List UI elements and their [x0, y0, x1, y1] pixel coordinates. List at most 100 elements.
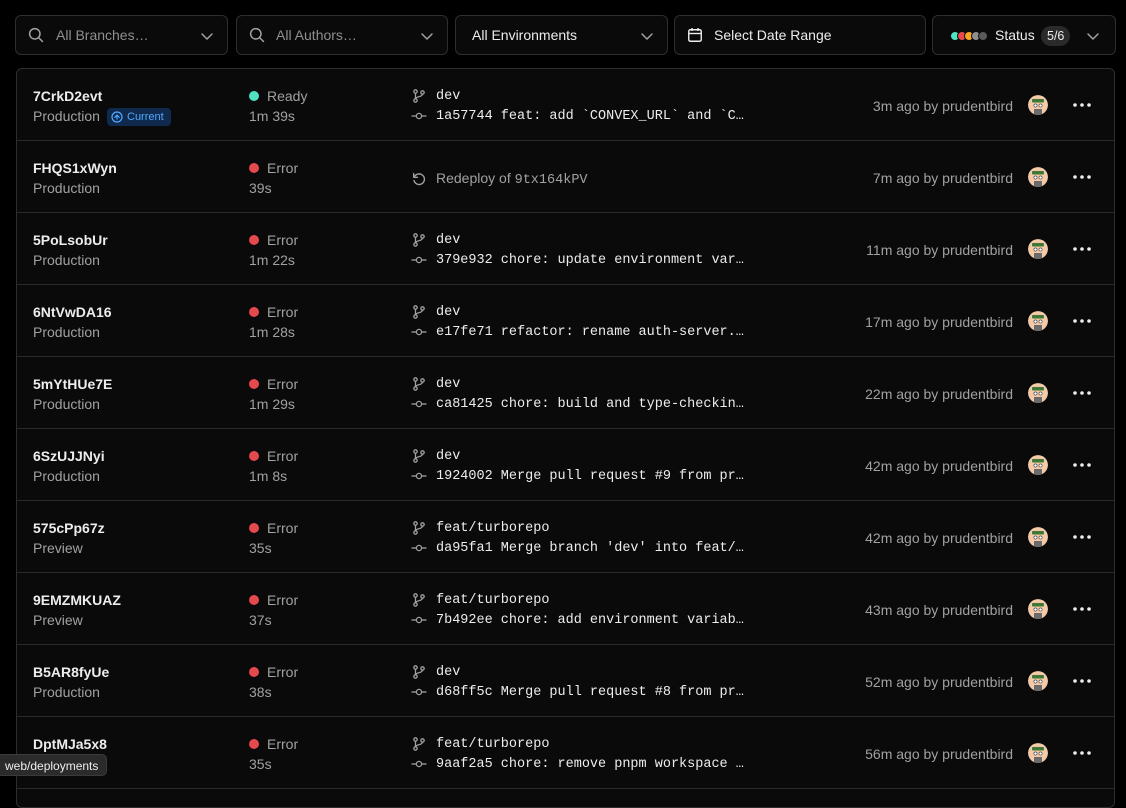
build-duration: 1m 22s — [249, 252, 295, 268]
build-duration: 1m 28s — [249, 324, 295, 340]
created-time-author: 56m ago by prudentbird — [865, 746, 1013, 762]
branch-name[interactable]: dev — [436, 233, 460, 248]
status-filter[interactable]: Status 5/6 — [932, 15, 1116, 55]
deployment-environment: Preview — [33, 540, 83, 556]
git-branch-icon — [411, 88, 427, 104]
deployment-environment: Production — [33, 324, 100, 340]
branches-filter[interactable]: All Branches… — [15, 15, 228, 55]
status-label: Error — [267, 232, 299, 248]
deployment-environment: Preview — [33, 612, 83, 628]
more-actions-button[interactable] — [1072, 600, 1092, 618]
deployment-row[interactable]: 5PoLsobUr Production Error 1m 22s dev 37… — [17, 213, 1114, 285]
deployment-id[interactable]: B5AR8fyUe — [33, 664, 109, 680]
avatar[interactable] — [1028, 95, 1048, 115]
deployment-row[interactable]: 9EMZMKUAZ Preview Error 37s feat/turbore… — [17, 573, 1114, 645]
commit: e17fe71 refactor: rename auth-server.ts … — [411, 324, 748, 340]
more-actions-button[interactable] — [1072, 240, 1092, 258]
commit-message[interactable]: 1a57744 feat: add `CONVEX_URL` and `CONV… — [436, 109, 748, 124]
avatar[interactable] — [1028, 527, 1048, 547]
more-actions-button[interactable] — [1072, 528, 1092, 546]
branch-name[interactable]: feat/turborepo — [436, 521, 549, 536]
created-time-author: 42m ago by prudentbird — [865, 530, 1013, 546]
commit: 379e932 chore: update environment variab… — [411, 252, 748, 268]
deployment-row[interactable]: 7CrkD2evt Production Current Ready 1m 39… — [17, 69, 1114, 141]
deployment-row[interactable]: 5mYtHUe7E Production Error 1m 29s dev ca… — [17, 357, 1114, 429]
build-duration: 35s — [249, 756, 272, 772]
branch-name[interactable]: dev — [436, 449, 460, 464]
arrow-up-circle-icon — [111, 111, 123, 123]
commit-message[interactable]: d68ff5c Merge pull request #8 from prude… — [436, 685, 748, 700]
date-range-label: Select Date Range — [714, 27, 832, 43]
branch-name[interactable]: feat/turborepo — [436, 737, 549, 752]
deployment-id[interactable]: 6NtVwDA16 — [33, 304, 112, 320]
deployment-id[interactable]: 5PoLsobUr — [33, 232, 108, 248]
deployment-status: Error — [249, 304, 298, 320]
commit-message[interactable]: 9aaf2a5 chore: remove pnpm workspace con… — [436, 757, 748, 772]
branch-name[interactable]: dev — [436, 377, 460, 392]
deployment-id[interactable]: FHQS1xWyn — [33, 160, 117, 176]
deployment-id[interactable]: DptMJa5x8 — [33, 736, 107, 752]
git-branch-icon — [411, 592, 427, 608]
branch-name[interactable]: dev — [436, 89, 460, 104]
deployment-status: Error — [249, 232, 298, 248]
branch-name[interactable]: feat/turborepo — [436, 593, 549, 608]
git-commit-icon — [411, 756, 427, 772]
ellipsis-icon — [1072, 462, 1092, 468]
deployment-row[interactable]: 575cPp67z Preview Error 35s feat/turbore… — [17, 501, 1114, 573]
created-time-author: 17m ago by prudentbird — [865, 314, 1013, 330]
deployment-row[interactable]: DptMJa5x8 Error 35s feat/turborepo 9aaf2… — [17, 717, 1114, 789]
avatar[interactable] — [1028, 311, 1048, 331]
commit-message[interactable]: da95fa1 Merge branch 'dev' into feat/tur… — [436, 541, 748, 556]
commit-message[interactable]: 379e932 chore: update environment variab… — [436, 253, 748, 268]
deployment-row[interactable]: 6SzUJJNyi Production Error 1m 8s dev 192… — [17, 429, 1114, 501]
authors-filter[interactable]: All Authors… — [236, 15, 448, 55]
deployment-id[interactable]: 6SzUJJNyi — [33, 448, 105, 464]
status-label: Ready — [267, 88, 308, 104]
commit-message[interactable]: 7b492ee chore: add environment variables… — [436, 613, 748, 628]
build-duration: 1m 8s — [249, 468, 288, 484]
ellipsis-icon — [1072, 174, 1092, 180]
status-label: Error — [267, 592, 299, 608]
git-commit-icon — [411, 324, 427, 340]
date-range-button[interactable]: Select Date Range — [674, 15, 926, 55]
deployment-row[interactable]: FHQS1xWyn Production Error 39s Redeploy … — [17, 141, 1114, 213]
avatar[interactable] — [1028, 671, 1048, 691]
more-actions-button[interactable] — [1072, 168, 1092, 186]
deployment-id[interactable]: 7CrkD2evt — [33, 88, 102, 104]
commit-message[interactable]: ca81425 chore: build and type-checking s… — [436, 397, 748, 412]
deployment-environment: Production — [33, 396, 100, 412]
commit-message[interactable]: 1924002 Merge pull request #9 from prude… — [436, 469, 748, 484]
branch-name[interactable]: dev — [436, 305, 460, 320]
git-commit-icon — [411, 612, 427, 628]
deployment-id[interactable]: 575cPp67z — [33, 520, 105, 536]
deployment-row[interactable]: 6NtVwDA16 Production Error 1m 28s dev e1… — [17, 285, 1114, 357]
avatar[interactable] — [1028, 455, 1048, 475]
branch: dev — [411, 448, 460, 464]
avatar[interactable] — [1028, 743, 1048, 763]
branch-name[interactable]: dev — [436, 665, 460, 680]
status-label: Error — [267, 736, 299, 752]
more-actions-button[interactable] — [1072, 456, 1092, 474]
more-actions-button[interactable] — [1072, 384, 1092, 402]
avatar[interactable] — [1028, 239, 1048, 259]
branch: feat/turborepo — [411, 592, 549, 608]
avatar[interactable] — [1028, 383, 1048, 403]
deployment-status: Error — [249, 448, 298, 464]
more-actions-button[interactable] — [1072, 96, 1092, 114]
deployment-id[interactable]: 5mYtHUe7E — [33, 376, 112, 392]
avatar[interactable] — [1028, 599, 1048, 619]
environment-select[interactable]: All Environments — [455, 15, 668, 55]
deployment-id[interactable]: 9EMZMKUAZ — [33, 592, 121, 608]
avatar[interactable] — [1028, 167, 1048, 187]
branch: dev — [411, 304, 460, 320]
commit: 1924002 Merge pull request #9 from prude… — [411, 468, 748, 484]
deployment-row[interactable]: B5AR8fyUe Production Error 38s dev d68ff… — [17, 645, 1114, 717]
more-actions-button[interactable] — [1072, 312, 1092, 330]
created-time-author: 43m ago by prudentbird — [865, 602, 1013, 618]
branch: dev — [411, 376, 460, 392]
build-duration: 37s — [249, 612, 272, 628]
commit-message[interactable]: e17fe71 refactor: rename auth-server.ts … — [436, 325, 748, 340]
more-actions-button[interactable] — [1072, 744, 1092, 762]
deployment-status: Error — [249, 736, 298, 752]
more-actions-button[interactable] — [1072, 672, 1092, 690]
